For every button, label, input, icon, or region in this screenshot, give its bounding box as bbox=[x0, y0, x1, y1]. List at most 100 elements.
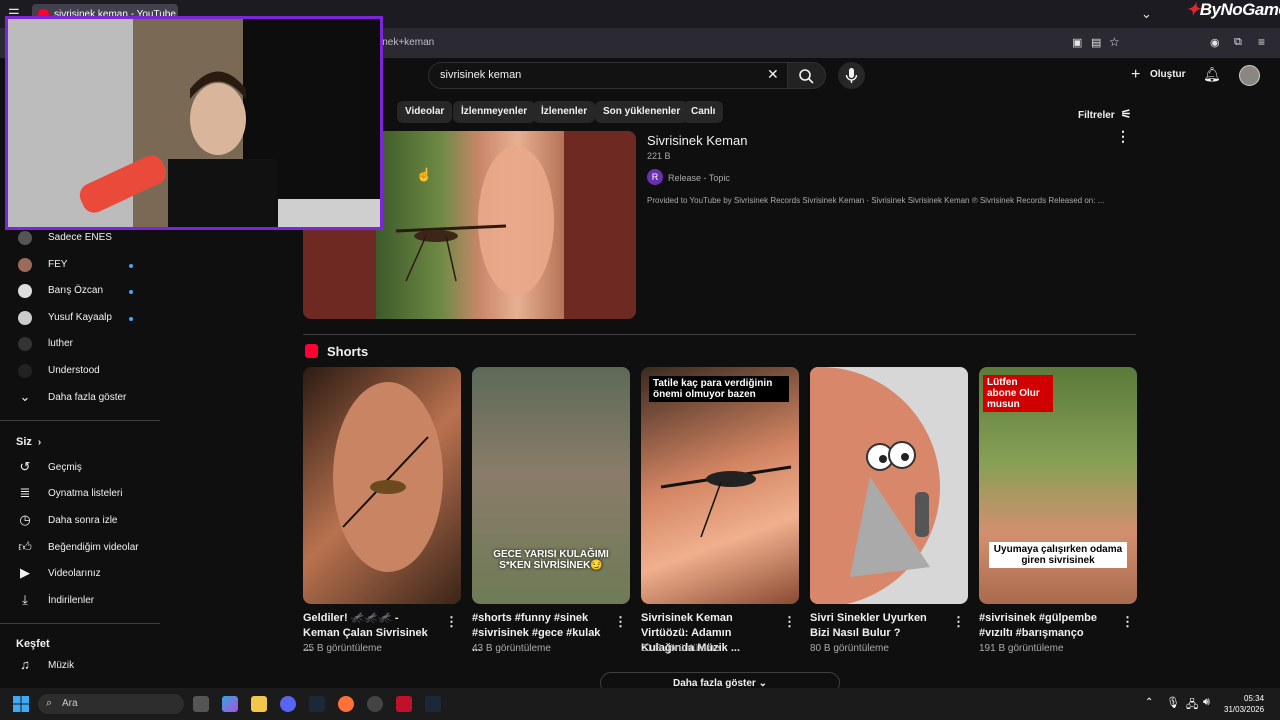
sidebar-item-downloads[interactable]: ⤓ İndirilenler bbox=[0, 589, 160, 615]
account-icon[interactable]: ◉ bbox=[1210, 36, 1220, 49]
bynogame-logo: ✦ByNoGame bbox=[1186, 0, 1280, 19]
thumbnail-image-mosquito-ear bbox=[376, 131, 564, 319]
sidebar-item-yusuf-kayaalp[interactable]: Yusuf Kayaalp bbox=[0, 306, 160, 332]
notifications-bell-icon[interactable]: 🔔︎ bbox=[1203, 66, 1221, 83]
steam-icon[interactable] bbox=[425, 696, 441, 712]
app-icon[interactable] bbox=[396, 696, 412, 712]
sidebar-item-understood[interactable]: Understood bbox=[0, 359, 160, 385]
shorts-logo-icon bbox=[305, 344, 318, 358]
sidebar-you-heading[interactable]: Siz › bbox=[16, 436, 41, 448]
short-thumbnail[interactable] bbox=[303, 367, 461, 604]
divider bbox=[0, 623, 160, 624]
more-options-icon[interactable]: ⋮ bbox=[1121, 614, 1134, 630]
new-content-dot bbox=[129, 317, 133, 321]
short-views: 43 B görüntüleme bbox=[472, 643, 551, 654]
chip-canli[interactable]: Canlı bbox=[683, 101, 724, 123]
taskbar-search-input[interactable]: ⌕ Ara bbox=[38, 694, 184, 714]
create-plus-icon: + bbox=[1131, 66, 1141, 83]
short-thumbnail[interactable]: Lütfen abone Olur musun Uyumaya çalışırk… bbox=[979, 367, 1137, 604]
sidebar-item-your-videos[interactable]: ▶ Videolarınız bbox=[0, 562, 160, 588]
browser-menu-icon[interactable]: ≡ bbox=[1258, 35, 1265, 49]
volume-icon[interactable]: 🔊︎ bbox=[1203, 696, 1210, 709]
clock-icon: ◷ bbox=[19, 512, 31, 527]
more-options-icon[interactable]: ⋮ bbox=[1116, 128, 1130, 145]
sidebar-item-playlists[interactable]: ≣ Oynatma listeleri bbox=[0, 482, 160, 508]
create-button[interactable]: Oluştur bbox=[1150, 69, 1186, 80]
extensions-icon[interactable]: ⧉ bbox=[1234, 36, 1242, 49]
picture-in-picture-icon[interactable]: ▣ bbox=[1072, 36, 1082, 49]
filters-icon: ⚟ bbox=[1120, 107, 1132, 121]
playlists-icon: ≣ bbox=[19, 485, 31, 500]
more-options-icon[interactable]: ⋮ bbox=[445, 614, 458, 630]
obs-icon[interactable] bbox=[367, 696, 383, 712]
chevron-down-icon: ⌄ bbox=[19, 389, 31, 404]
tray-chevron-up-icon[interactable]: ⌃ bbox=[1145, 697, 1153, 708]
avatar[interactable] bbox=[1239, 65, 1260, 86]
channel-avatar[interactable]: R bbox=[647, 169, 663, 185]
divider bbox=[303, 334, 1136, 335]
more-options-icon[interactable]: ⋮ bbox=[783, 614, 796, 630]
search-button[interactable] bbox=[788, 62, 826, 89]
shorts-heading: Shorts bbox=[327, 344, 369, 359]
filters-button[interactable]: Filtreler ⚟ bbox=[1078, 107, 1131, 121]
clear-search-icon[interactable]: ✕ bbox=[767, 66, 779, 83]
search-icon: ⌕ bbox=[46, 697, 53, 709]
short-thumbnail[interactable]: GECE YARISI KULAĞIMI S*KEN SİVRİSİNEK😏 bbox=[472, 367, 630, 604]
music-note-icon: ♫ bbox=[20, 657, 30, 672]
sidebar-item-watch-later[interactable]: ◷ Daha sonra izle bbox=[0, 509, 160, 535]
more-options-icon[interactable]: ⋮ bbox=[614, 614, 627, 630]
firefox-icon[interactable] bbox=[338, 696, 354, 712]
discord-icon[interactable] bbox=[280, 696, 296, 712]
mosquito-image bbox=[660, 465, 792, 538]
url-text[interactable]: inek+keman bbox=[380, 37, 434, 48]
mouse-cursor-icon: ☝ bbox=[416, 167, 433, 182]
new-content-dot bbox=[129, 264, 133, 268]
sidebar-item-baris-ozcan[interactable]: Barış Özcan bbox=[0, 279, 160, 305]
chip-izlenmeyenler[interactable]: İzlenmeyenler bbox=[453, 101, 536, 123]
voice-search-button[interactable] bbox=[838, 62, 865, 89]
short-overlay-caption: Uyumaya çalışırken odama giren sivrisine… bbox=[989, 542, 1127, 568]
bookmark-star-icon[interactable]: ☆ bbox=[1109, 35, 1120, 49]
windows-taskbar bbox=[0, 688, 1280, 720]
channel-avatar bbox=[18, 337, 32, 351]
sidebar-item-history[interactable]: ↺ Geçmiş bbox=[0, 456, 160, 482]
chip-son-yuklenenler[interactable]: Son yüklenenler bbox=[595, 101, 689, 123]
windows-start-icon[interactable] bbox=[13, 696, 29, 712]
sidebar-item-fey[interactable]: FEY bbox=[0, 253, 160, 279]
more-options-icon[interactable]: ⋮ bbox=[952, 614, 965, 630]
history-icon: ↺ bbox=[19, 459, 31, 474]
search-input[interactable]: sivrisinek keman bbox=[440, 69, 521, 81]
short-overlay-text: Tatile kaç para verdiğinin önemi olmuyor… bbox=[649, 376, 789, 402]
task-view-icon[interactable] bbox=[193, 696, 209, 712]
short-thumbnail[interactable] bbox=[810, 367, 968, 604]
chip-izlenenler[interactable]: İzlenenler bbox=[533, 101, 596, 123]
chevron-down-icon[interactable]: ⌄ bbox=[1141, 6, 1152, 22]
sidebar-item-music[interactable]: ♫ Müzik bbox=[0, 654, 160, 680]
new-content-dot bbox=[129, 290, 133, 294]
channel-avatar bbox=[18, 311, 32, 325]
short-thumbnail[interactable]: Tatile kaç para verdiğinin önemi olmuyor… bbox=[641, 367, 799, 604]
copilot-icon[interactable] bbox=[222, 696, 238, 712]
chip-videolar[interactable]: Videolar bbox=[397, 101, 453, 123]
sidebar-explore-heading: Keşfet bbox=[16, 638, 50, 650]
short-views: 21 B görüntüleme bbox=[641, 643, 720, 654]
reader-view-icon[interactable]: ▤ bbox=[1091, 36, 1101, 49]
mosquito-ear-image bbox=[333, 382, 443, 572]
channel-name[interactable]: Release - Topic bbox=[668, 173, 730, 183]
channel-avatar bbox=[18, 364, 32, 378]
short-views: 25 B görüntüleme bbox=[303, 643, 382, 654]
video-title[interactable]: Sivrisinek Keman bbox=[647, 133, 747, 148]
microphone-icon[interactable]: 🎙︎ bbox=[1166, 696, 1180, 709]
video-description: Provided to YouTube by Sivrisinek Record… bbox=[647, 196, 1105, 205]
short-title[interactable]: #sivrisinek #gülpembe #vızıltı #barışman… bbox=[979, 611, 1109, 641]
taskbar-clock[interactable]: 05:34 31/03/2026 bbox=[1224, 693, 1264, 715]
file-explorer-icon[interactable] bbox=[251, 696, 267, 712]
sidebar-item-liked-videos[interactable]: 👍︎ Beğendiğim videolar bbox=[0, 536, 160, 562]
chevron-right-icon: › bbox=[37, 437, 42, 448]
sidebar-item-luther[interactable]: luther bbox=[0, 332, 160, 358]
short-views: 80 B görüntüleme bbox=[810, 643, 889, 654]
short-title[interactable]: Sivri Sinekler Uyurken Bizi Nasıl Bulur … bbox=[810, 611, 940, 641]
steam-icon[interactable] bbox=[309, 696, 325, 712]
network-icon[interactable]: 🖧 bbox=[1186, 696, 1198, 715]
sidebar-show-more[interactable]: ⌄ Daha fazla göster bbox=[0, 386, 160, 412]
